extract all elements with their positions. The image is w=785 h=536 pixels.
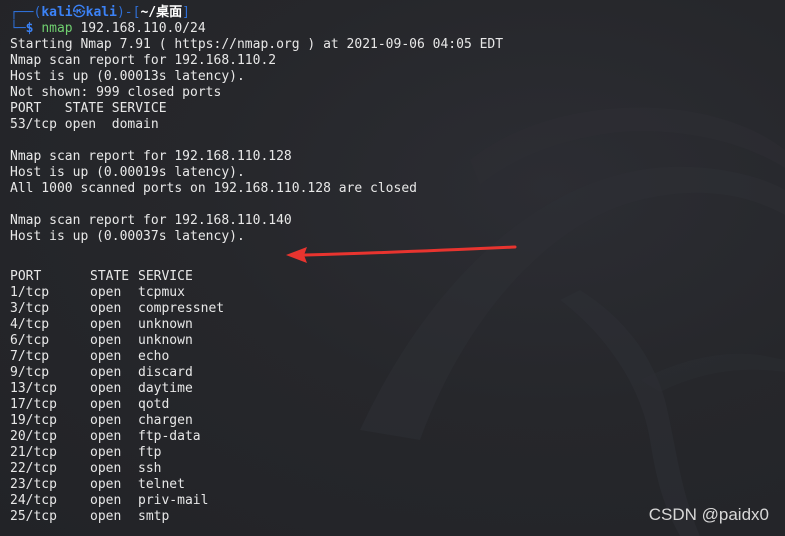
port-row: 13/tcp open daytime <box>10 381 193 396</box>
ports-table: PORT STATE SERVICE 1/tcp open tcpmux 3/tcp… <box>10 269 338 525</box>
header-port: PORT <box>10 269 42 284</box>
output-line: Nmap scan report for 192.168.110.140 <box>10 213 292 228</box>
port-row: 25/tcp open smtp <box>10 509 170 524</box>
port-row: 22/tcp open ssh <box>10 461 162 476</box>
output-line: All 1000 scanned ports on 192.168.110.12… <box>10 181 417 196</box>
command-name: nmap <box>41 21 73 36</box>
port-row: 7/tcp open echo <box>10 349 170 364</box>
port-row: 9/tcp open discard <box>10 365 193 380</box>
port-row: 17/tcp open qotd <box>10 397 170 412</box>
prompt-line-2: └─$ nmap 192.168.110.0/24 <box>10 21 206 36</box>
command-args: 192.168.110.0/24 <box>80 21 206 36</box>
csdn-watermark: CSDN @paidx0 <box>648 505 769 524</box>
port-row: 4/tcp open unknown <box>10 317 193 332</box>
prompt-at-symbol: ㉿ <box>72 5 86 20</box>
header-service: SERVICE <box>138 269 193 284</box>
prompt-host: kali <box>85 5 117 20</box>
output-line: 53/tcp open domain <box>10 117 159 132</box>
output-line: Host is up (0.00013s latency). <box>10 69 245 84</box>
prompt-user: kali <box>41 5 73 20</box>
terminal-output: ┌──(kali㉿kali)-[~/桌面] └─$ nmap 192.168.1… <box>10 5 780 261</box>
port-row: 23/tcp open telnet <box>10 477 185 492</box>
output-line: Host is up (0.00037s latency). <box>10 229 245 244</box>
port-row: 1/tcp open tcpmux <box>10 285 185 300</box>
output-line: Nmap scan report for 192.168.110.128 <box>10 149 292 164</box>
port-row: 6/tcp open unknown <box>10 333 193 348</box>
prompt-directory: ~/桌面 <box>140 5 183 20</box>
output-line: Host is up (0.00019s latency). <box>10 165 245 180</box>
terminal-window[interactable]: ┌──(kali㉿kali)-[~/桌面] └─$ nmap 192.168.1… <box>0 0 785 536</box>
output-line: PORT STATE SERVICE <box>10 101 167 116</box>
prompt-line-1: ┌──(kali㉿kali)-[~/桌面] <box>10 5 190 20</box>
port-row: 3/tcp open compressnet <box>10 301 225 316</box>
port-row: 19/tcp open chargen <box>10 413 193 428</box>
port-row: 21/tcp open ftp <box>10 445 162 460</box>
output-line: Starting Nmap 7.91 ( https://nmap.org ) … <box>10 37 504 52</box>
output-line: Nmap scan report for 192.168.110.2 <box>10 53 277 68</box>
output-line: Not shown: 999 closed ports <box>10 85 222 100</box>
header-state: STATE <box>90 269 130 284</box>
ports-header: PORT STATE SERVICE <box>10 269 338 285</box>
port-row: 20/tcp open ftp-data <box>10 429 201 444</box>
port-row: 24/tcp open priv-mail <box>10 493 209 508</box>
